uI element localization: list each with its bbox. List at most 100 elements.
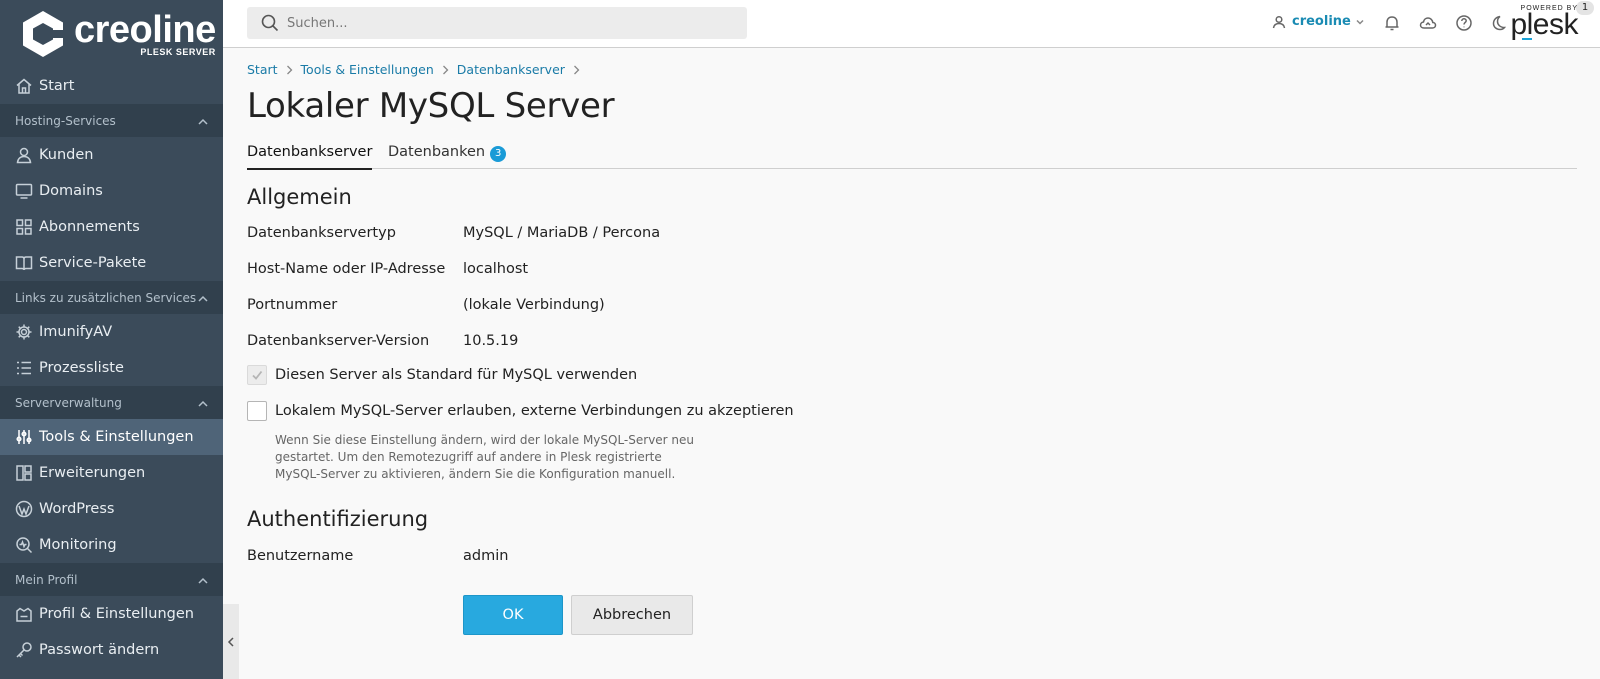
sidebar-group-label: Serververwaltung — [15, 395, 122, 410]
search-box[interactable] — [247, 7, 747, 39]
default-server-option: Diesen Server als Standard für MySQL ver… — [247, 365, 637, 385]
top-header: creoline 1 POWERED BY plesk — [223, 0, 1600, 48]
remote-connections-label: Lokalem MySQL-Server erlauben, externe V… — [275, 403, 794, 419]
sidebar-item-service-pakete[interactable]: Service-Pakete — [0, 245, 223, 281]
brand-subtitle: PLESK SERVER — [140, 46, 216, 57]
sidebar-group-mein-profil[interactable]: Mein Profil — [0, 563, 223, 596]
book-icon — [15, 254, 33, 272]
brand-name: creoline — [74, 8, 216, 51]
chevron-up-icon — [198, 398, 208, 408]
sidebar-group-hosting-services[interactable]: Hosting-Services — [0, 104, 223, 137]
sidebar-item-imunifyav[interactable]: ImunifyAV — [0, 314, 223, 350]
user-menu[interactable]: creoline — [1272, 14, 1364, 29]
sidebar-item-prozessliste[interactable]: Prozessliste — [0, 350, 223, 386]
help-button[interactable] — [1454, 13, 1474, 33]
sidebar-item-label: Start — [39, 78, 75, 94]
moon-icon — [1492, 15, 1507, 31]
sidebar-group-label: Mein Profil — [15, 572, 78, 587]
sidebar-item-start[interactable]: Start — [0, 68, 223, 104]
checkmark-icon — [252, 370, 263, 380]
field-label-hostname: Host-Name oder IP-Adresse — [247, 261, 446, 277]
notification-badge: 1 — [1576, 1, 1594, 15]
sidebar-item-label: ImunifyAV — [39, 324, 113, 340]
tab-label: Datenbankserver — [247, 144, 373, 160]
sidebar-item-abonnements[interactable]: Abonnements — [0, 209, 223, 245]
default-server-checkbox[interactable] — [247, 365, 267, 385]
default-server-label: Diesen Server als Standard für MySQL ver… — [275, 367, 638, 383]
tab-label: Datenbanken — [388, 144, 486, 160]
plesk-logo[interactable]: POWERED BY plesk — [1510, 5, 1578, 40]
tab-datenbanken[interactable]: Datenbanken 3 — [388, 144, 507, 169]
tab-count-badge: 3 — [490, 146, 507, 162]
gear-icon — [15, 323, 33, 341]
sidebar-item-wordpress[interactable]: WordPress — [0, 491, 223, 527]
sidebar-item-tools-einstellungen[interactable]: Tools & Einstellungen — [0, 419, 223, 455]
sliders-icon — [15, 428, 33, 446]
remote-connections-option: Lokalem MySQL-Server erlauben, externe V… — [247, 401, 794, 421]
field-value-servertyp: MySQL / MariaDB / Percona — [463, 225, 661, 241]
sidebar-item-label: Profil & Einstellungen — [39, 606, 194, 622]
sidebar-item-monitoring[interactable]: Monitoring — [0, 527, 223, 563]
tab-datenbankserver[interactable]: Datenbankserver — [247, 144, 373, 170]
sidebar-item-label: Prozessliste — [39, 360, 124, 376]
section-title-authentifizierung: Authentifizierung — [247, 507, 429, 531]
user-icon — [1272, 15, 1286, 28]
sidebar: creoline PLESK SERVER Start Hosting-Serv… — [0, 0, 223, 679]
sidebar-group-label: Links zu zusätzlichen Services — [15, 290, 197, 305]
chevron-up-icon — [198, 575, 208, 585]
sidebar-item-label: Erweiterungen — [39, 465, 146, 481]
sidebar-group-label: Hosting-Services — [15, 113, 116, 128]
user-name: creoline — [1292, 14, 1351, 29]
sidebar-item-label: Passwort ändern — [39, 642, 160, 658]
search-input[interactable] — [287, 15, 707, 31]
monitoring-icon — [15, 536, 33, 554]
chevron-up-icon — [198, 116, 208, 126]
extensions-icon — [15, 464, 33, 482]
main-content: Start Tools & Einstellungen Datenbankser… — [247, 48, 1577, 679]
chevron-right-icon — [442, 65, 449, 75]
field-label-portnummer: Portnummer — [247, 297, 338, 313]
breadcrumb-datenbankserver[interactable]: Datenbankserver — [457, 62, 565, 77]
field-value-hostname: localhost — [463, 261, 529, 277]
bell-icon — [1385, 16, 1399, 31]
field-value-portnummer: (lokale Verbindung) — [463, 297, 605, 313]
profile-icon — [15, 605, 33, 623]
field-label-servertyp: Datenbankservertyp — [247, 225, 396, 241]
chevron-right-icon — [286, 65, 293, 75]
chevron-up-icon — [198, 293, 208, 303]
brand-logo[interactable]: creoline PLESK SERVER — [0, 0, 223, 68]
breadcrumb-tools[interactable]: Tools & Einstellungen — [301, 62, 434, 77]
sidebar-item-label: Kunden — [39, 147, 94, 163]
sidebar-item-profil-einstellungen[interactable]: Profil & Einstellungen — [0, 596, 223, 632]
chevron-right-icon — [573, 65, 580, 75]
dark-mode-button[interactable] — [1488, 13, 1508, 33]
sidebar-item-kunden[interactable]: Kunden — [0, 137, 223, 173]
help-icon — [1456, 15, 1472, 31]
plesk-wordmark: plesk — [1510, 8, 1578, 41]
sidebar-item-label: WordPress — [39, 501, 115, 517]
search-icon — [261, 14, 279, 32]
tab-bar: Datenbankserver Datenbanken 3 — [247, 144, 1577, 170]
ok-button[interactable]: OK — [463, 595, 563, 635]
sidebar-item-label: Service-Pakete — [39, 255, 147, 271]
sidebar-item-erweiterungen[interactable]: Erweiterungen — [0, 455, 223, 491]
field-value-benutzername: admin — [463, 548, 509, 564]
sidebar-group-serververwaltung[interactable]: Serververwaltung — [0, 386, 223, 419]
sidebar-item-domains[interactable]: Domains — [0, 173, 223, 209]
cloud-button[interactable] — [1418, 13, 1438, 33]
notifications-button[interactable] — [1382, 13, 1402, 33]
user-icon — [15, 146, 33, 164]
page-title: Lokaler MySQL Server — [247, 86, 615, 126]
cancel-button[interactable]: Abbrechen — [571, 595, 693, 635]
sidebar-collapse-button[interactable] — [223, 604, 239, 679]
breadcrumb-start[interactable]: Start — [247, 62, 278, 77]
sidebar-group-links[interactable]: Links zu zusätzlichen Services — [0, 281, 223, 314]
remote-connections-checkbox[interactable] — [247, 401, 267, 421]
sidebar-item-label: Tools & Einstellungen — [39, 429, 194, 445]
chevron-left-icon — [227, 636, 234, 647]
sidebar-item-passwort-aendern[interactable]: Passwort ändern — [0, 632, 223, 668]
chevron-down-icon — [1356, 19, 1364, 25]
grid-icon — [15, 218, 33, 236]
remote-connections-hint: Wenn Sie diese Einstellung ändern, wird … — [275, 433, 695, 481]
home-icon — [15, 77, 33, 95]
